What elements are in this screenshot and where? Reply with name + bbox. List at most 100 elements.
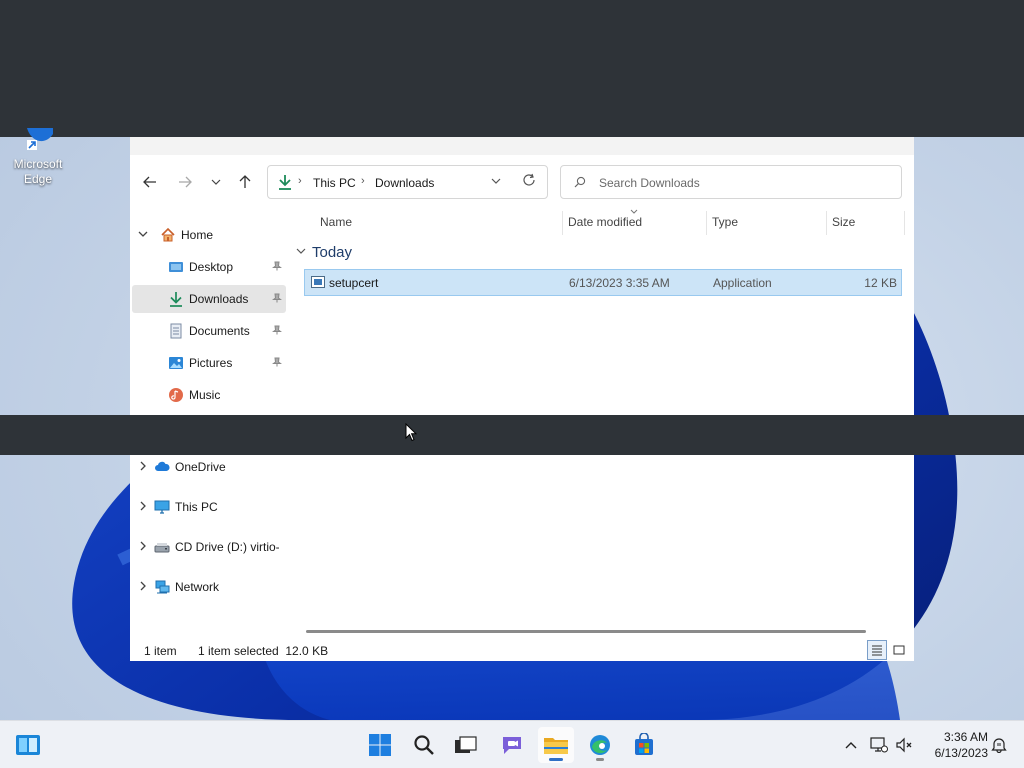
chevron-up-icon bbox=[845, 742, 857, 749]
sidebar-item-label: Home bbox=[181, 228, 214, 242]
tiles-view-icon bbox=[893, 645, 905, 655]
home-icon bbox=[160, 227, 176, 243]
widgets-icon bbox=[16, 735, 40, 755]
sidebar-item-documents[interactable]: Documents bbox=[132, 317, 286, 345]
edge-taskbar-button[interactable] bbox=[582, 727, 618, 763]
network-icon bbox=[154, 579, 170, 595]
column-header-date-modified[interactable]: Date modified bbox=[568, 215, 642, 229]
active-app-indicator bbox=[549, 758, 563, 761]
sidebar-item-label: CD Drive (D:) virtio-win bbox=[175, 540, 279, 554]
chevron-down-icon bbox=[211, 179, 221, 185]
sidebar-item-music[interactable]: Music bbox=[132, 381, 286, 409]
breadcrumb-chevron-icon: › bbox=[298, 175, 302, 187]
column-divider[interactable] bbox=[562, 211, 563, 235]
search-input[interactable] bbox=[599, 174, 879, 192]
sidebar-item-desktop[interactable]: Desktop bbox=[132, 253, 286, 281]
clock[interactable]: 3:36 AM 6/13/2023 bbox=[918, 729, 988, 761]
group-label: Today bbox=[312, 244, 353, 261]
column-header-name[interactable]: Name bbox=[320, 215, 352, 229]
file-type: Application bbox=[713, 276, 772, 290]
volume-tray-button[interactable] bbox=[893, 721, 915, 768]
pictures-icon bbox=[168, 355, 184, 371]
clock-time: 3:36 AM bbox=[943, 730, 988, 744]
column-divider[interactable] bbox=[826, 211, 827, 235]
column-header-size[interactable]: Size bbox=[832, 215, 855, 229]
pin-icon bbox=[272, 357, 282, 370]
chevron-right-icon[interactable] bbox=[132, 581, 154, 594]
start-button[interactable] bbox=[362, 727, 398, 763]
arrow-right-icon bbox=[179, 176, 192, 188]
file-explorer-taskbar-button[interactable] bbox=[538, 727, 574, 763]
chevron-right-icon[interactable] bbox=[132, 461, 154, 474]
downloads-icon bbox=[168, 291, 184, 307]
desktop-icon-label: Microsoft Edge bbox=[13, 157, 63, 186]
arrow-left-icon bbox=[143, 176, 156, 188]
sidebar-item-onedrive[interactable]: OneDrive bbox=[132, 453, 286, 481]
task-view-button[interactable] bbox=[448, 727, 484, 763]
sidebar-item-this-pc[interactable]: This PC bbox=[132, 493, 286, 521]
chat-button[interactable] bbox=[494, 727, 530, 763]
details-view-button[interactable] bbox=[867, 640, 887, 660]
group-header-today[interactable]: Today bbox=[296, 244, 352, 261]
overlay-band-middle bbox=[0, 415, 1024, 455]
sidebar-item-pictures[interactable]: Pictures bbox=[132, 349, 286, 377]
arrow-up-icon bbox=[239, 175, 251, 188]
store-icon bbox=[635, 733, 653, 755]
breadcrumb-downloads[interactable]: Downloads bbox=[375, 176, 434, 190]
refresh-icon bbox=[523, 173, 535, 186]
breadcrumb-this-pc[interactable]: This PC bbox=[313, 176, 356, 190]
computer-icon bbox=[154, 499, 170, 515]
sidebar-item-label: Documents bbox=[189, 324, 250, 338]
horizontal-scrollbar[interactable] bbox=[306, 630, 866, 633]
windows-logo-icon bbox=[369, 734, 391, 756]
search-box[interactable] bbox=[560, 165, 902, 199]
file-name: setupcert bbox=[329, 276, 379, 290]
sidebar-item-label: Music bbox=[189, 388, 221, 402]
sidebar-item-label: Downloads bbox=[189, 292, 249, 306]
up-button[interactable] bbox=[233, 171, 257, 193]
clock-date: 6/13/2023 bbox=[934, 746, 988, 760]
overlay-band-top bbox=[0, 0, 1024, 137]
details-view-icon bbox=[872, 645, 882, 656]
large-icons-view-button[interactable] bbox=[889, 640, 909, 660]
search-taskbar-button[interactable] bbox=[406, 727, 442, 763]
edge-shortcut-icon bbox=[21, 128, 55, 156]
folder-icon bbox=[544, 738, 568, 754]
address-bar[interactable]: › This PC › Downloads bbox=[267, 165, 548, 199]
network-tray-button[interactable] bbox=[868, 721, 890, 768]
chevron-right-icon[interactable] bbox=[132, 501, 154, 514]
notifications-button[interactable] bbox=[988, 721, 1010, 768]
sidebar-item-label: Pictures bbox=[189, 356, 233, 370]
column-header-type[interactable]: Type bbox=[712, 215, 738, 229]
column-divider[interactable] bbox=[904, 211, 905, 235]
chevron-down-icon[interactable] bbox=[296, 246, 306, 259]
file-explorer-window: › This PC › Downloads Home bbox=[130, 137, 914, 661]
music-icon bbox=[168, 387, 184, 403]
chevron-down-icon[interactable] bbox=[132, 229, 154, 242]
chevron-right-icon[interactable] bbox=[132, 541, 154, 554]
status-item-count: 1 item bbox=[144, 644, 177, 658]
file-row[interactable]: setupcert 6/13/2023 3:35 AM Application … bbox=[304, 269, 902, 296]
recent-locations-button[interactable] bbox=[204, 171, 228, 193]
show-hidden-icons-button[interactable] bbox=[840, 721, 862, 768]
cd-drive-icon bbox=[154, 539, 170, 555]
refresh-button[interactable] bbox=[522, 173, 536, 191]
forward-button[interactable] bbox=[173, 171, 197, 193]
sidebar-item-label: OneDrive bbox=[175, 460, 226, 474]
store-taskbar-button[interactable] bbox=[626, 727, 662, 763]
taskbar: 3:36 AM 6/13/2023 bbox=[0, 720, 1024, 768]
pin-icon bbox=[272, 293, 282, 306]
pin-icon bbox=[272, 325, 282, 338]
sidebar-item-downloads[interactable]: Downloads bbox=[132, 285, 286, 313]
back-button[interactable] bbox=[138, 171, 162, 193]
sidebar-item-home[interactable]: Home bbox=[132, 221, 286, 249]
address-history-button[interactable] bbox=[490, 175, 502, 190]
sidebar-item-label: Network bbox=[175, 580, 220, 594]
column-divider[interactable] bbox=[706, 211, 707, 235]
widgets-button[interactable] bbox=[10, 727, 46, 763]
status-bar: 1 item 1 item selected 12.0 KB bbox=[130, 637, 914, 661]
column-headers: Name Date modified Type Size bbox=[290, 205, 906, 241]
sidebar-item-network[interactable]: Network bbox=[132, 573, 286, 601]
desktop-icon-edge[interactable]: Microsoft Edge bbox=[6, 128, 70, 187]
sidebar-item-cd-drive[interactable]: CD Drive (D:) virtio-win bbox=[132, 533, 286, 561]
